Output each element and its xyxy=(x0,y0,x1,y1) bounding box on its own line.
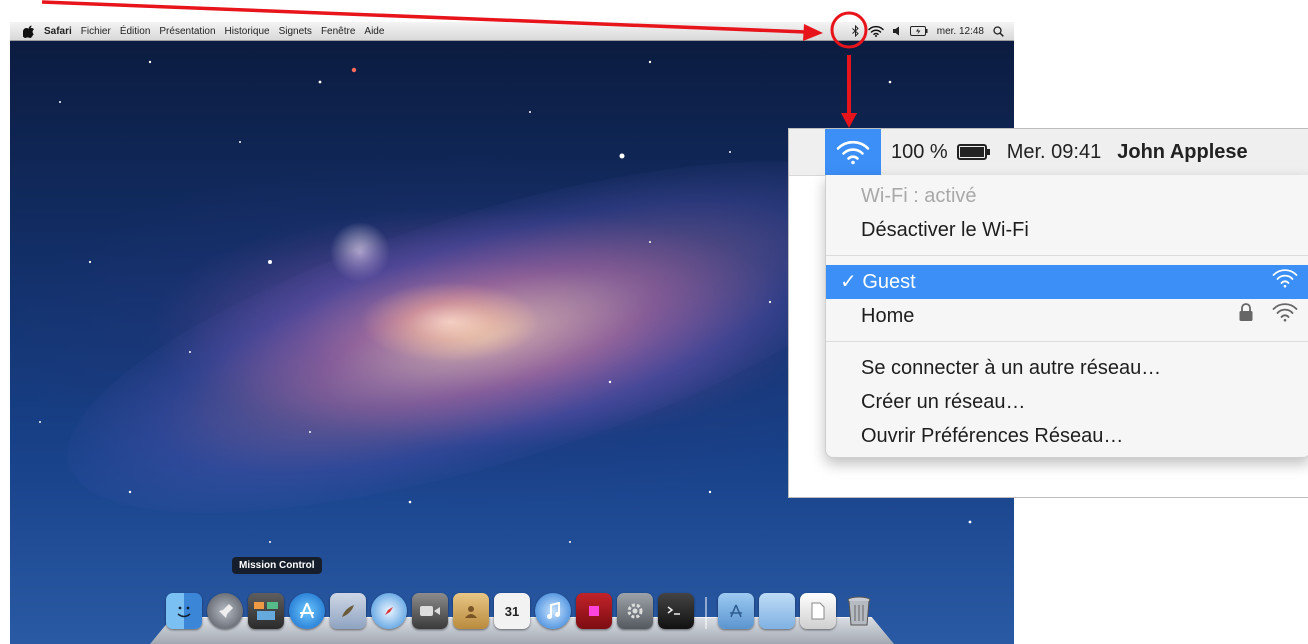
volume-icon[interactable] xyxy=(892,26,901,36)
menu-presentation[interactable]: Présentation xyxy=(159,26,215,37)
wifi-signal-icon xyxy=(1272,265,1298,299)
dock-tooltip: Mission Control xyxy=(232,557,322,574)
menu-separator xyxy=(826,341,1308,342)
open-network-preferences-item[interactable]: Ouvrir Préférences Réseau… xyxy=(826,419,1308,453)
dock: 31 xyxy=(150,585,894,644)
menubar-clock[interactable]: mer. 12:48 xyxy=(937,26,984,37)
menu-aide[interactable]: Aide xyxy=(364,26,384,37)
photo-booth-icon[interactable] xyxy=(576,593,612,629)
bluetooth-icon[interactable] xyxy=(851,25,859,37)
create-network-item[interactable]: Créer un réseau… xyxy=(826,385,1308,419)
menu-edition[interactable]: Édition xyxy=(120,26,151,37)
zoomed-menubar: 100 % Mer. 09:41 John Applese xyxy=(789,129,1308,176)
menu-separator xyxy=(826,255,1308,256)
menu-bar: Safari Fichier Édition Présentation Hist… xyxy=(10,22,1014,41)
wifi-menubar-icon[interactable] xyxy=(867,25,884,37)
zoomed-clock[interactable]: Mer. 09:41 xyxy=(1007,141,1102,164)
wifi-menu-zoom-panel: 100 % Mer. 09:41 John Applese Wi-Fi : ac… xyxy=(788,128,1308,498)
lock-icon xyxy=(1238,299,1254,333)
mission-control-icon[interactable] xyxy=(248,593,284,629)
menu-app-safari[interactable]: Safari xyxy=(44,26,72,37)
wifi-active-icon[interactable] xyxy=(825,129,881,175)
calendar-day-label: 31 xyxy=(504,603,520,619)
launchpad-icon[interactable] xyxy=(207,593,243,629)
finder-icon[interactable] xyxy=(166,593,202,629)
document-file-icon[interactable] xyxy=(800,593,836,629)
menu-fichier[interactable]: Fichier xyxy=(81,26,111,37)
wifi-dropdown-menu: Wi-Fi : activé Désactiver le Wi-Fi ✓ Gue… xyxy=(825,175,1308,458)
apple-menu-icon[interactable] xyxy=(22,24,36,38)
applications-folder-icon[interactable] xyxy=(718,593,754,629)
contacts-icon[interactable] xyxy=(453,593,489,629)
network-item-home[interactable]: Home xyxy=(826,299,1308,333)
spotlight-search-icon[interactable] xyxy=(993,25,1004,37)
battery-icon-large[interactable] xyxy=(956,144,990,160)
documents-folder-icon[interactable] xyxy=(759,593,795,629)
facetime-icon[interactable] xyxy=(412,593,448,629)
battery-percentage: 100 % xyxy=(891,140,948,163)
mail-stamp-icon[interactable] xyxy=(330,593,366,629)
app-store-icon[interactable] xyxy=(289,593,325,629)
calendar-icon[interactable]: 31 xyxy=(494,593,530,629)
join-other-network-item[interactable]: Se connecter à un autre réseau… xyxy=(826,351,1308,385)
network-item-guest[interactable]: ✓ Guest xyxy=(826,265,1308,299)
terminal-icon[interactable] xyxy=(658,593,694,629)
menu-historique[interactable]: Historique xyxy=(225,26,270,37)
safari-icon[interactable] xyxy=(371,593,407,629)
wifi-signal-icon xyxy=(1272,299,1298,333)
system-preferences-icon[interactable] xyxy=(617,593,653,629)
battery-icon[interactable] xyxy=(909,26,928,36)
selected-checkmark: ✓ xyxy=(840,271,857,293)
menu-fenetre[interactable]: Fenêtre xyxy=(321,26,355,37)
dock-separator xyxy=(705,597,707,629)
user-name[interactable]: John Applese xyxy=(1117,141,1247,164)
wifi-status-label: Wi-Fi : activé xyxy=(861,185,977,207)
network-name: Guest xyxy=(862,271,916,293)
itunes-icon[interactable] xyxy=(535,593,571,629)
menu-signets[interactable]: Signets xyxy=(279,26,312,37)
turn-wifi-off-item[interactable]: Désactiver le Wi-Fi xyxy=(826,213,1308,247)
trash-icon[interactable] xyxy=(841,593,877,629)
network-name: Home xyxy=(861,305,915,327)
